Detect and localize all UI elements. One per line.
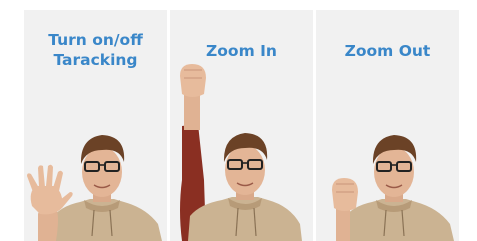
- gesture-panel-zoom-in: Zoom In: [170, 10, 313, 241]
- gesture-panel-tracking: Turn on/off Taracking: [24, 10, 167, 241]
- open-palm-icon: [27, 164, 73, 241]
- gesture-panel-zoom-out: Zoom Out: [316, 10, 459, 241]
- raised-fist-icon: [180, 64, 206, 130]
- raised-fist-icon: [332, 178, 358, 241]
